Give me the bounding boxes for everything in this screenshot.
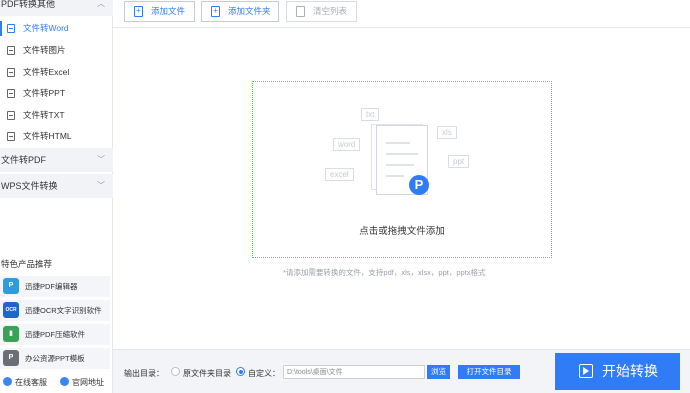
add-folder-button[interactable]: + 添加文件夹 [201,1,279,22]
promo-pdf-compress[interactable]: ▮ 迅捷PDF压缩软件 [0,324,110,345]
sidebar-item-label: 文件转Word [23,23,69,33]
official-site-link[interactable]: 官网地址 [60,377,104,388]
sidebar-item-label: 文件转PPT [23,88,66,98]
excel-tag-icon: excel [325,168,354,181]
chevron-down-icon: ﹀ [97,155,105,164]
sidebar-item-to-excel[interactable]: 文件转Excel [0,62,113,83]
promo-section-title: 特色产品推荐 [1,259,53,269]
clear-list-label: 清空列表 [313,6,348,16]
browse-button[interactable]: 浏览 [427,365,450,379]
excel-file-icon [7,68,15,77]
sidebar-item-to-ppt[interactable]: 文件转PPT [0,83,113,104]
promo-label: 迅捷PDF压缩软件 [25,330,85,339]
trash-icon [296,6,305,17]
group-title: 文件转PDF [1,155,47,165]
file-drop-zone[interactable]: txt word xls ppt excel P 点击或拖拽文件添加 [252,81,552,258]
group-title: PDF转换其他 [1,0,56,9]
promo-label: 迅捷PDF编辑器 [25,282,78,291]
play-icon [579,364,593,378]
radio-original-folder[interactable] [171,367,180,376]
open-dir-button[interactable]: 打开文件目录 [458,365,520,379]
txt-file-icon [7,111,15,120]
original-folder-label: 原文件夹目录 [183,369,231,378]
sidebar-group-file-to-pdf[interactable]: 文件转PDF ﹀ [0,148,113,172]
output-path-input[interactable] [283,365,425,379]
add-folder-label: 添加文件夹 [228,6,271,16]
image-file-icon [7,46,15,55]
promo-label: 迅捷OCR文字识别软件 [25,306,102,315]
output-dir-label: 输出目录： [124,369,164,378]
start-convert-label: 开始转换 [602,363,658,379]
toolbar-divider [113,27,690,28]
start-convert-button[interactable]: 开始转换 [555,353,680,390]
sidebar-item-label: 文件转Excel [23,67,70,77]
sidebar: PDF转换其他 ︿ 文件转Word 文件转图片 文件转Excel 文件转PPT … [0,0,113,393]
radio-custom-folder[interactable] [236,367,245,376]
online-service-link[interactable]: 在线客服 [3,377,47,388]
html-file-icon [7,132,15,141]
txt-tag-icon: txt [361,108,380,121]
xls-tag-icon: xls [437,126,457,139]
official-site-label: 官网地址 [72,378,104,387]
sidebar-item-label: 文件转HTML [23,131,72,141]
word-file-icon [7,24,15,33]
promo-ocr[interactable]: OCR 迅捷OCR文字识别软件 [0,300,110,321]
add-folder-icon: + [211,6,220,17]
sidebar-item-label: 文件转图片 [23,45,66,55]
ppt-template-icon: P [3,350,19,366]
supported-formats-hint: *请添加需要转换的文件，支持pdf，xls，xlsx，ppt，pptx格式 [283,268,486,277]
sidebar-item-to-word[interactable]: 文件转Word [0,18,113,39]
word-tag-icon: word [333,138,361,151]
add-file-button[interactable]: + 添加文件 [124,1,195,22]
sidebar-group-wps[interactable]: WPS文件转换 ﹀ [0,174,113,198]
promo-label: 办公资源PPT模板 [25,354,85,363]
ppt-tag-icon: ppt [448,155,470,168]
chevron-up-icon: ︿ [97,0,105,8]
clear-list-button[interactable]: 清空列表 [286,1,357,22]
globe-icon [60,377,69,386]
custom-folder-label: 自定义： [248,369,280,378]
drop-zone-label: 点击或拖拽文件添加 [359,226,445,237]
add-file-icon: + [134,6,143,17]
sidebar-item-label: 文件转TXT [23,110,65,120]
sidebar-item-to-image[interactable]: 文件转图片 [0,40,113,61]
p-logo-icon: P [409,175,429,195]
sidebar-item-to-txt[interactable]: 文件转TXT [0,105,113,126]
ppt-file-icon [7,89,15,98]
sidebar-item-to-html[interactable]: 文件转HTML [0,126,113,147]
add-file-label: 添加文件 [151,6,186,16]
chevron-down-icon: ﹀ [97,181,105,190]
promo-pdf-editor[interactable]: P 迅捷PDF编辑器 [0,276,110,297]
pdf-editor-icon: P [3,278,19,294]
compress-icon: ▮ [3,326,19,342]
promo-ppt-template[interactable]: P 办公资源PPT模板 [0,348,110,369]
sidebar-group-pdf-to-other[interactable]: PDF转换其他 ︿ [0,0,113,16]
ocr-icon: OCR [3,302,19,318]
online-service-label: 在线客服 [15,378,47,387]
group-title: WPS文件转换 [1,181,58,191]
user-icon [3,377,12,386]
